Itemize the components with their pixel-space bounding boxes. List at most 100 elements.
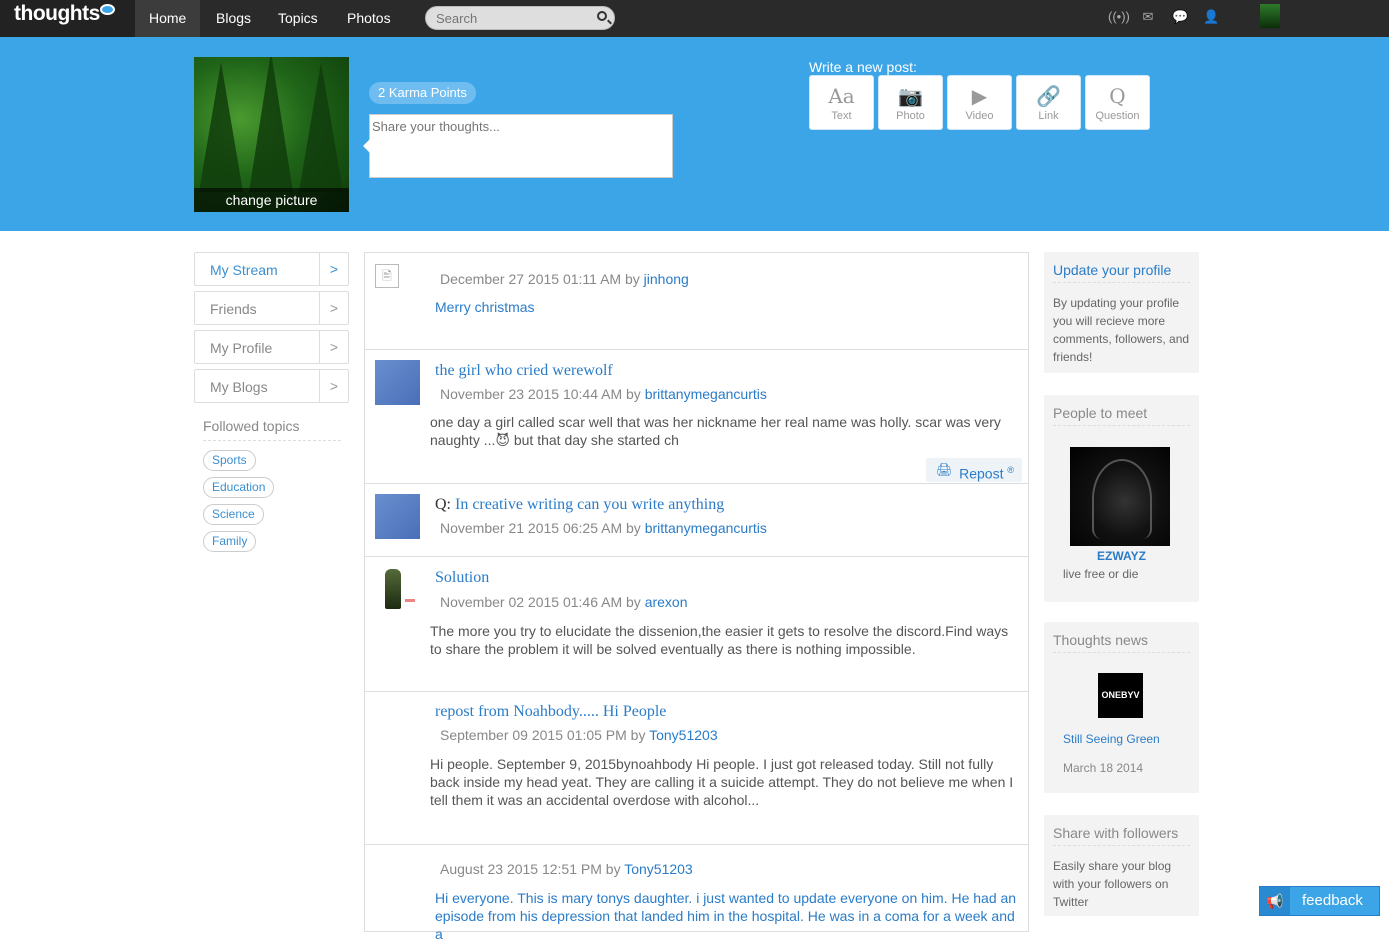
registered-icon: ® xyxy=(1007,465,1014,475)
post-date: August 23 2015 12:51 PM by xyxy=(440,861,625,877)
post-type-video-button[interactable]: ▶ Video xyxy=(947,75,1012,130)
post-title-link[interactable]: In creative writing can you write anythi… xyxy=(455,496,724,513)
repost-button[interactable]: 🖨 Repost ® xyxy=(926,458,1022,482)
share-with-followers-box: Share with followers Easily share your b… xyxy=(1044,815,1199,916)
stream-post: repost from Noahbody..... Hi People Sept… xyxy=(365,692,1028,845)
avatar[interactable] xyxy=(375,565,420,610)
post-title-link[interactable]: repost from Noahbody..... Hi People xyxy=(435,703,666,721)
nav-tab-blogs[interactable]: Blogs xyxy=(202,0,265,37)
post-type-photo-button[interactable]: 📷 Photo xyxy=(878,75,943,130)
logo[interactable]: thoughts xyxy=(14,2,115,26)
post-author-link[interactable]: arexon xyxy=(645,594,688,610)
repost-label: Repost xyxy=(959,465,1004,482)
post-title: Q: In creative writing can you write any… xyxy=(435,496,724,514)
sidebar-item-friends[interactable]: Friends > xyxy=(194,291,349,325)
avatar[interactable] xyxy=(375,494,420,539)
chevron-right-icon: > xyxy=(319,331,348,363)
question-icon: Q xyxy=(1109,84,1126,108)
chat-icon[interactable]: 💬 xyxy=(1172,9,1188,25)
post-meta: August 23 2015 12:51 PM by Tony51203 xyxy=(440,861,693,877)
feedback-label: feedback xyxy=(1302,892,1363,909)
stream-post: Solution November 02 2015 01:46 AM by ar… xyxy=(365,557,1028,692)
text-icon: Aa xyxy=(828,84,855,108)
person-name-link[interactable]: EZWAYZ xyxy=(1044,549,1199,563)
post-author-link[interactable]: brittanymegancurtis xyxy=(645,386,767,402)
thoughts-news-box: Thoughts news ONEBYV Still Seeing Green … xyxy=(1044,622,1199,793)
tree-shape xyxy=(249,57,293,192)
post-type-question-button[interactable]: Q Question xyxy=(1085,75,1150,130)
followed-topics-title: Followed topics xyxy=(203,418,341,441)
post-meta: September 09 2015 01:05 PM by Tony51203 xyxy=(440,727,718,743)
post-author-link[interactable]: Tony51203 xyxy=(624,861,693,877)
post-body[interactable]: Merry christmas xyxy=(435,298,1025,316)
stream-post: 🖹 December 27 2015 01:11 AM by jinhong M… xyxy=(365,253,1028,350)
sidebar-item-my-blogs[interactable]: My Blogs > xyxy=(194,369,349,403)
share-with-followers-text: Easily share your blog with your followe… xyxy=(1053,859,1172,909)
post-type-label: Link xyxy=(1038,110,1059,122)
feedback-button[interactable]: 📢 feedback xyxy=(1259,886,1380,916)
people-to-meet-box: People to meet EZWAYZ live free or die xyxy=(1044,395,1199,602)
post-type-text-button[interactable]: Aa Text xyxy=(809,75,874,130)
post-meta: December 27 2015 01:11 AM by jinhong xyxy=(440,271,689,287)
post-date: November 02 2015 01:46 AM by xyxy=(440,594,645,610)
post-author-link[interactable]: brittanymegancurtis xyxy=(645,520,767,536)
topic-tag-sports[interactable]: Sports xyxy=(203,450,256,471)
stream-feed: 🖹 December 27 2015 01:11 AM by jinhong M… xyxy=(364,252,1029,942)
post-meta: November 23 2015 10:44 AM by brittanymeg… xyxy=(440,386,767,402)
post-body: The more you try to elucidate the dissen… xyxy=(430,623,1009,657)
avatar[interactable] xyxy=(375,360,420,405)
karma-badge[interactable]: 2 Karma Points xyxy=(369,82,476,104)
speech-bubble-icon xyxy=(100,4,115,15)
topic-tag-science[interactable]: Science xyxy=(203,504,264,525)
avatar-accent xyxy=(405,599,415,602)
nav-tab-home[interactable]: Home xyxy=(135,0,201,37)
topic-tag-family[interactable]: Family xyxy=(203,531,257,552)
share-box xyxy=(363,114,673,178)
sidebar-item-my-stream[interactable]: My Stream > xyxy=(194,252,349,286)
update-profile-link[interactable]: Update your profile xyxy=(1053,262,1190,283)
update-profile-box: Update your profile By updating your pro… xyxy=(1044,252,1199,373)
chevron-right-icon: > xyxy=(319,292,348,324)
post-body: Hi people. September 9, 2015bynoahbody H… xyxy=(430,756,1014,808)
avatar[interactable] xyxy=(1260,4,1280,28)
share-thoughts-input[interactable] xyxy=(370,115,672,177)
sidebar-item-label: My Blogs xyxy=(210,379,268,395)
mail-icon[interactable]: ✉ xyxy=(1140,9,1156,25)
topic-tag-education[interactable]: Education xyxy=(203,477,275,498)
post-type-label: Question xyxy=(1095,110,1140,122)
nav-tab-topics[interactable]: Topics xyxy=(264,0,332,37)
nav-tab-photos[interactable]: Photos xyxy=(333,0,405,37)
post-type-label: Photo xyxy=(896,110,925,122)
tree-shape xyxy=(199,62,243,192)
thoughts-news-title: Thoughts news xyxy=(1053,632,1190,653)
hood-figure xyxy=(1092,459,1152,539)
person-photo[interactable] xyxy=(1070,447,1170,546)
search-icon[interactable] xyxy=(597,11,607,21)
sidebar-item-label: My Profile xyxy=(210,340,273,356)
post-meta: November 21 2015 06:25 AM by brittanymeg… xyxy=(440,520,767,536)
write-new-post-label: Write a new post: xyxy=(809,59,917,75)
post-body[interactable]: Hi everyone. This is mary tonys daughter… xyxy=(435,889,1025,943)
post-type-link-button[interactable]: 🔗 Link xyxy=(1016,75,1081,130)
search-input[interactable] xyxy=(426,7,586,29)
stream-post: the girl who cried werewolf November 23 … xyxy=(365,350,1028,484)
news-link[interactable]: Still Seeing Green xyxy=(1063,732,1160,746)
news-thumbnail[interactable]: ONEBYV xyxy=(1098,673,1143,718)
post-date: November 23 2015 10:44 AM by xyxy=(440,386,645,402)
people-to-meet-title: People to meet xyxy=(1053,405,1190,426)
signal-icon[interactable]: ((•)) xyxy=(1108,9,1130,25)
share-with-followers-title: Share with followers xyxy=(1053,825,1190,846)
post-author-link[interactable]: jinhong xyxy=(644,271,689,287)
post-body: one day a girl called scar well that was… xyxy=(430,414,1001,448)
post-title-link[interactable]: Solution xyxy=(435,569,489,587)
repost-icon: 🖨 xyxy=(936,462,953,477)
top-navbar: thoughts Home Blogs Topics Photos ((•)) … xyxy=(0,0,1389,37)
sidebar-item-my-profile[interactable]: My Profile > xyxy=(194,330,349,364)
stream-post: August 23 2015 12:51 PM by Tony51203 Hi … xyxy=(365,845,1028,942)
post-author-link[interactable]: Tony51203 xyxy=(649,727,718,743)
change-picture-button[interactable]: change picture xyxy=(194,188,349,212)
user-icon[interactable]: 👤 xyxy=(1203,9,1219,25)
post-title-link[interactable]: the girl who cried werewolf xyxy=(435,362,613,380)
post-type-label: Text xyxy=(831,110,852,122)
profile-picture[interactable]: change picture xyxy=(194,57,349,212)
